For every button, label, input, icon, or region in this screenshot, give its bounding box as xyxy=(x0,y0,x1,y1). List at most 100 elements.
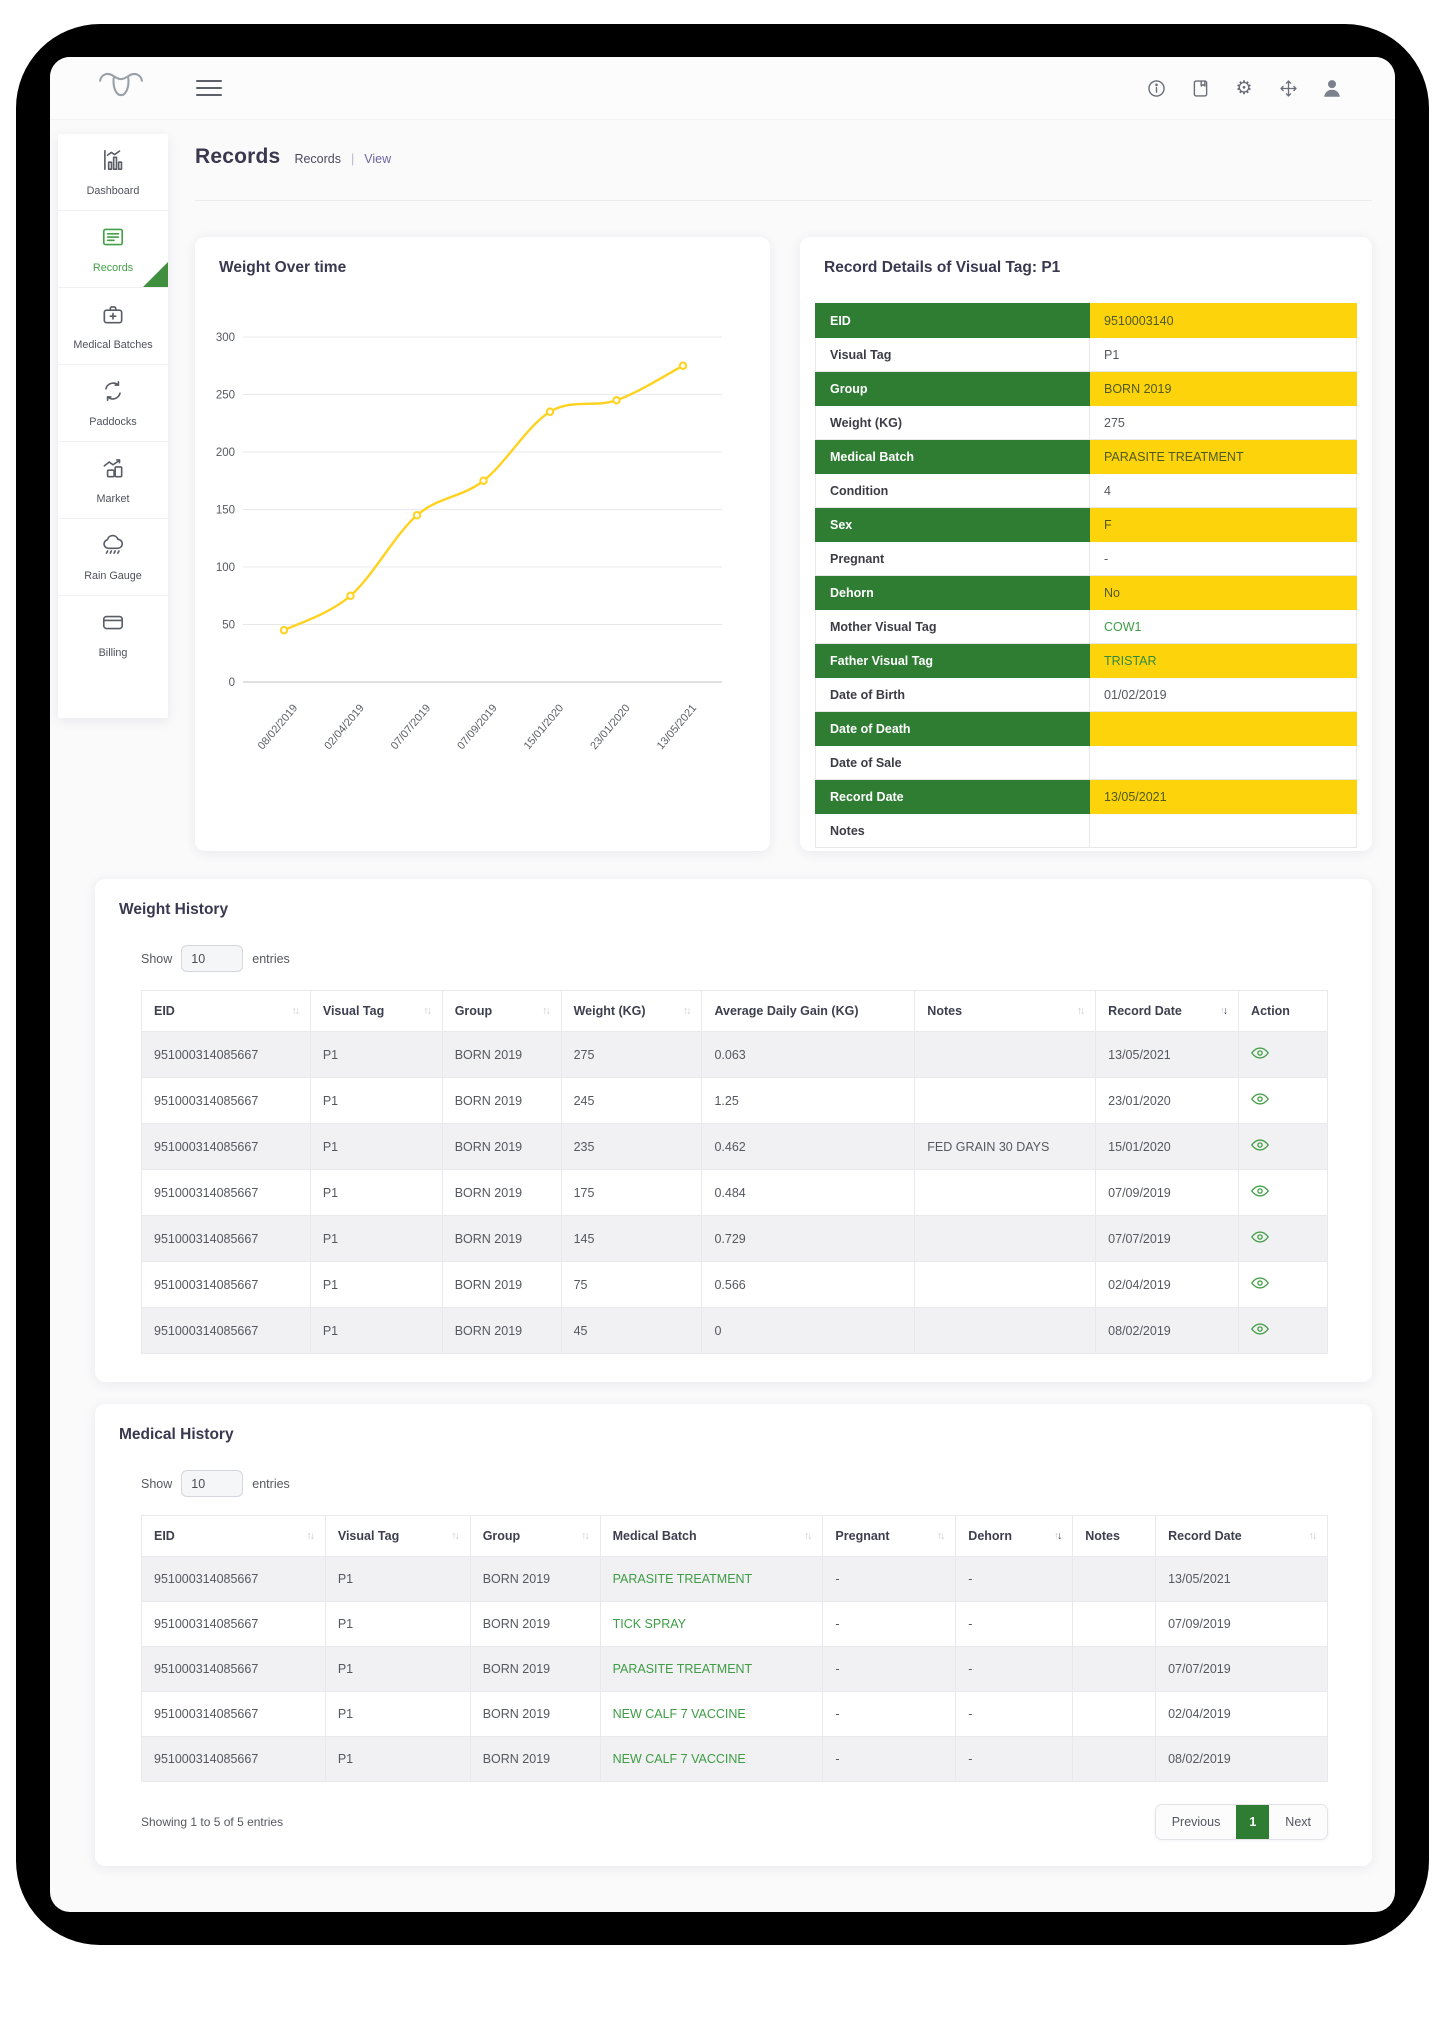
column-label: Weight (KG) xyxy=(574,1004,646,1018)
column-header-action: Action xyxy=(1239,991,1328,1032)
column-header-weight-kg[interactable]: Weight (KG)↑↓ xyxy=(561,991,702,1032)
view-record-eye-icon[interactable] xyxy=(1251,1277,1269,1289)
svg-text:02/04/2019: 02/04/2019 xyxy=(322,702,367,752)
next-page-button[interactable]: Next xyxy=(1269,1805,1327,1839)
current-page-button[interactable]: 1 xyxy=(1236,1805,1269,1839)
pagination: Previous 1 Next xyxy=(1155,1804,1328,1840)
detail-value: - xyxy=(1090,542,1357,576)
view-record-eye-icon[interactable] xyxy=(1251,1323,1269,1335)
sidebar-item-records[interactable]: Records xyxy=(58,211,168,288)
detail-label: Record Date xyxy=(816,780,1090,814)
cell-visual-tag: P1 xyxy=(310,1308,442,1354)
detail-value: COW1 xyxy=(1090,610,1357,644)
cell-notes xyxy=(1073,1692,1156,1737)
column-header-group[interactable]: Group↑↓ xyxy=(442,991,561,1032)
gear-icon[interactable]: ⚙ xyxy=(1233,77,1255,99)
detail-label: Visual Tag xyxy=(816,338,1090,372)
column-header-visual-tag[interactable]: Visual Tag↑↓ xyxy=(310,991,442,1032)
cell-eid: 951000314085667 xyxy=(142,1262,311,1308)
view-record-eye-icon[interactable] xyxy=(1251,1231,1269,1243)
sidebar-item-billing[interactable]: Billing xyxy=(58,596,168,672)
sort-arrows-icon: ↑↓ xyxy=(937,1530,944,1542)
menu-toggle-button[interactable] xyxy=(196,75,222,101)
detail-row-date-of-birth: Date of Birth01/02/2019 xyxy=(816,678,1357,712)
medical-batch-link[interactable]: NEW CALF 7 VACCINE xyxy=(613,1707,746,1721)
detail-label: Weight (KG) xyxy=(816,406,1090,440)
column-header-group[interactable]: Group↑↓ xyxy=(470,1516,600,1557)
detail-row-notes: Notes xyxy=(816,814,1357,848)
record-details-table: EID9510003140Visual TagP1GroupBORN 2019W… xyxy=(815,303,1357,848)
cell-visual-tag: P1 xyxy=(325,1647,470,1692)
medical-history-card: Medical History Show entries EID↑↓Visual… xyxy=(95,1404,1372,1866)
column-header-dehorn[interactable]: Dehorn↑↓ xyxy=(956,1516,1073,1557)
cell-group: BORN 2019 xyxy=(470,1602,600,1647)
cell-eid: 951000314085667 xyxy=(142,1557,326,1602)
breadcrumb-section[interactable]: Records xyxy=(294,152,341,166)
cell-group: BORN 2019 xyxy=(442,1216,561,1262)
cell-visual-tag: P1 xyxy=(325,1692,470,1737)
sidebar-item-medical-batches[interactable]: Medical Batches xyxy=(58,288,168,365)
medical-batch-link[interactable]: NEW CALF 7 VACCINE xyxy=(613,1752,746,1766)
move-icon[interactable] xyxy=(1277,77,1299,99)
svg-text:08/02/2019: 08/02/2019 xyxy=(256,702,301,752)
column-header-medical-batch[interactable]: Medical Batch↑↓ xyxy=(600,1516,823,1557)
detail-value-link[interactable]: TRISTAR xyxy=(1104,654,1157,668)
topbar-actions: ⚙ xyxy=(1145,77,1395,99)
entries-label: entries xyxy=(252,1477,290,1491)
cell-average-daily-gain-kg: 1.25 xyxy=(702,1078,915,1124)
sidebar-item-market[interactable]: Market xyxy=(58,442,168,519)
sort-arrows-icon: ↑↓ xyxy=(1054,1530,1061,1542)
breadcrumb: Records | View xyxy=(294,152,391,166)
records-icon xyxy=(100,224,126,255)
info-icon[interactable] xyxy=(1145,77,1167,99)
column-header-record-date[interactable]: Record Date↑↓ xyxy=(1096,991,1239,1032)
cell-visual-tag: P1 xyxy=(310,1124,442,1170)
detail-row-weight-kg: Weight (KG)275 xyxy=(816,406,1357,440)
breadcrumb-view[interactable]: View xyxy=(364,152,391,166)
sort-arrows-icon: ↑↓ xyxy=(451,1530,458,1542)
column-header-pregnant[interactable]: Pregnant↑↓ xyxy=(823,1516,956,1557)
sidebar-item-rain-gauge[interactable]: Rain Gauge xyxy=(58,519,168,596)
sidebar-item-dashboard[interactable]: Dashboard xyxy=(58,134,168,211)
medical-entries-input[interactable] xyxy=(181,1470,243,1497)
previous-page-button[interactable]: Previous xyxy=(1156,1805,1237,1839)
column-label: Group xyxy=(455,1004,493,1018)
column-header-record-date[interactable]: Record Date↑↓ xyxy=(1156,1516,1328,1557)
column-header-eid[interactable]: EID↑↓ xyxy=(142,991,311,1032)
view-record-eye-icon[interactable] xyxy=(1251,1139,1269,1151)
journal-icon[interactable] xyxy=(1189,77,1211,99)
cell-medical-batch: PARASITE TREATMENT xyxy=(600,1557,823,1602)
cell-group: BORN 2019 xyxy=(442,1124,561,1170)
column-label: Group xyxy=(483,1529,521,1543)
column-header-visual-tag[interactable]: Visual Tag ↑↓ xyxy=(325,1516,470,1557)
detail-row-date-of-sale: Date of Sale xyxy=(816,746,1357,780)
sidebar-item-label: Paddocks xyxy=(89,416,136,428)
detail-value: TRISTAR xyxy=(1090,644,1357,678)
weight-over-time-chart: 05010015020025030008/02/201902/04/201907… xyxy=(195,237,770,851)
view-record-eye-icon[interactable] xyxy=(1251,1185,1269,1197)
column-label: Visual Tag xyxy=(338,1529,399,1543)
sidebar-item-label: Records xyxy=(93,262,133,274)
sidebar-item-paddocks[interactable]: Paddocks xyxy=(58,365,168,442)
table-row: 951000314085667P1BORN 20191450.72907/07/… xyxy=(142,1216,1328,1262)
cell-eid: 951000314085667 xyxy=(142,1737,326,1782)
column-header-notes[interactable]: Notes↑↓ xyxy=(915,991,1096,1032)
detail-value-link[interactable]: COW1 xyxy=(1104,620,1142,634)
view-record-eye-icon[interactable] xyxy=(1251,1093,1269,1105)
view-record-eye-icon[interactable] xyxy=(1251,1047,1269,1059)
medical-batch-link[interactable]: PARASITE TREATMENT xyxy=(613,1572,753,1586)
sort-arrows-icon: ↑↓ xyxy=(1077,1005,1084,1017)
record-details-card: Record Details of Visual Tag: P1 EID9510… xyxy=(800,237,1372,851)
cell-group: BORN 2019 xyxy=(470,1647,600,1692)
cell-group: BORN 2019 xyxy=(470,1692,600,1737)
cell-record-date: 23/01/2020 xyxy=(1096,1078,1239,1124)
header-divider xyxy=(195,200,1372,201)
medical-batch-link[interactable]: TICK SPRAY xyxy=(613,1617,686,1631)
medical-batch-link[interactable]: PARASITE TREATMENT xyxy=(613,1662,753,1676)
column-label: Record Date xyxy=(1108,1004,1182,1018)
column-header-eid[interactable]: EID↑↓ xyxy=(142,1516,326,1557)
weight-entries-input[interactable] xyxy=(181,945,243,972)
showing-entries-text: Showing 1 to 5 of 5 entries xyxy=(141,1815,283,1829)
market-icon xyxy=(100,455,126,486)
user-avatar-icon[interactable] xyxy=(1321,77,1343,99)
